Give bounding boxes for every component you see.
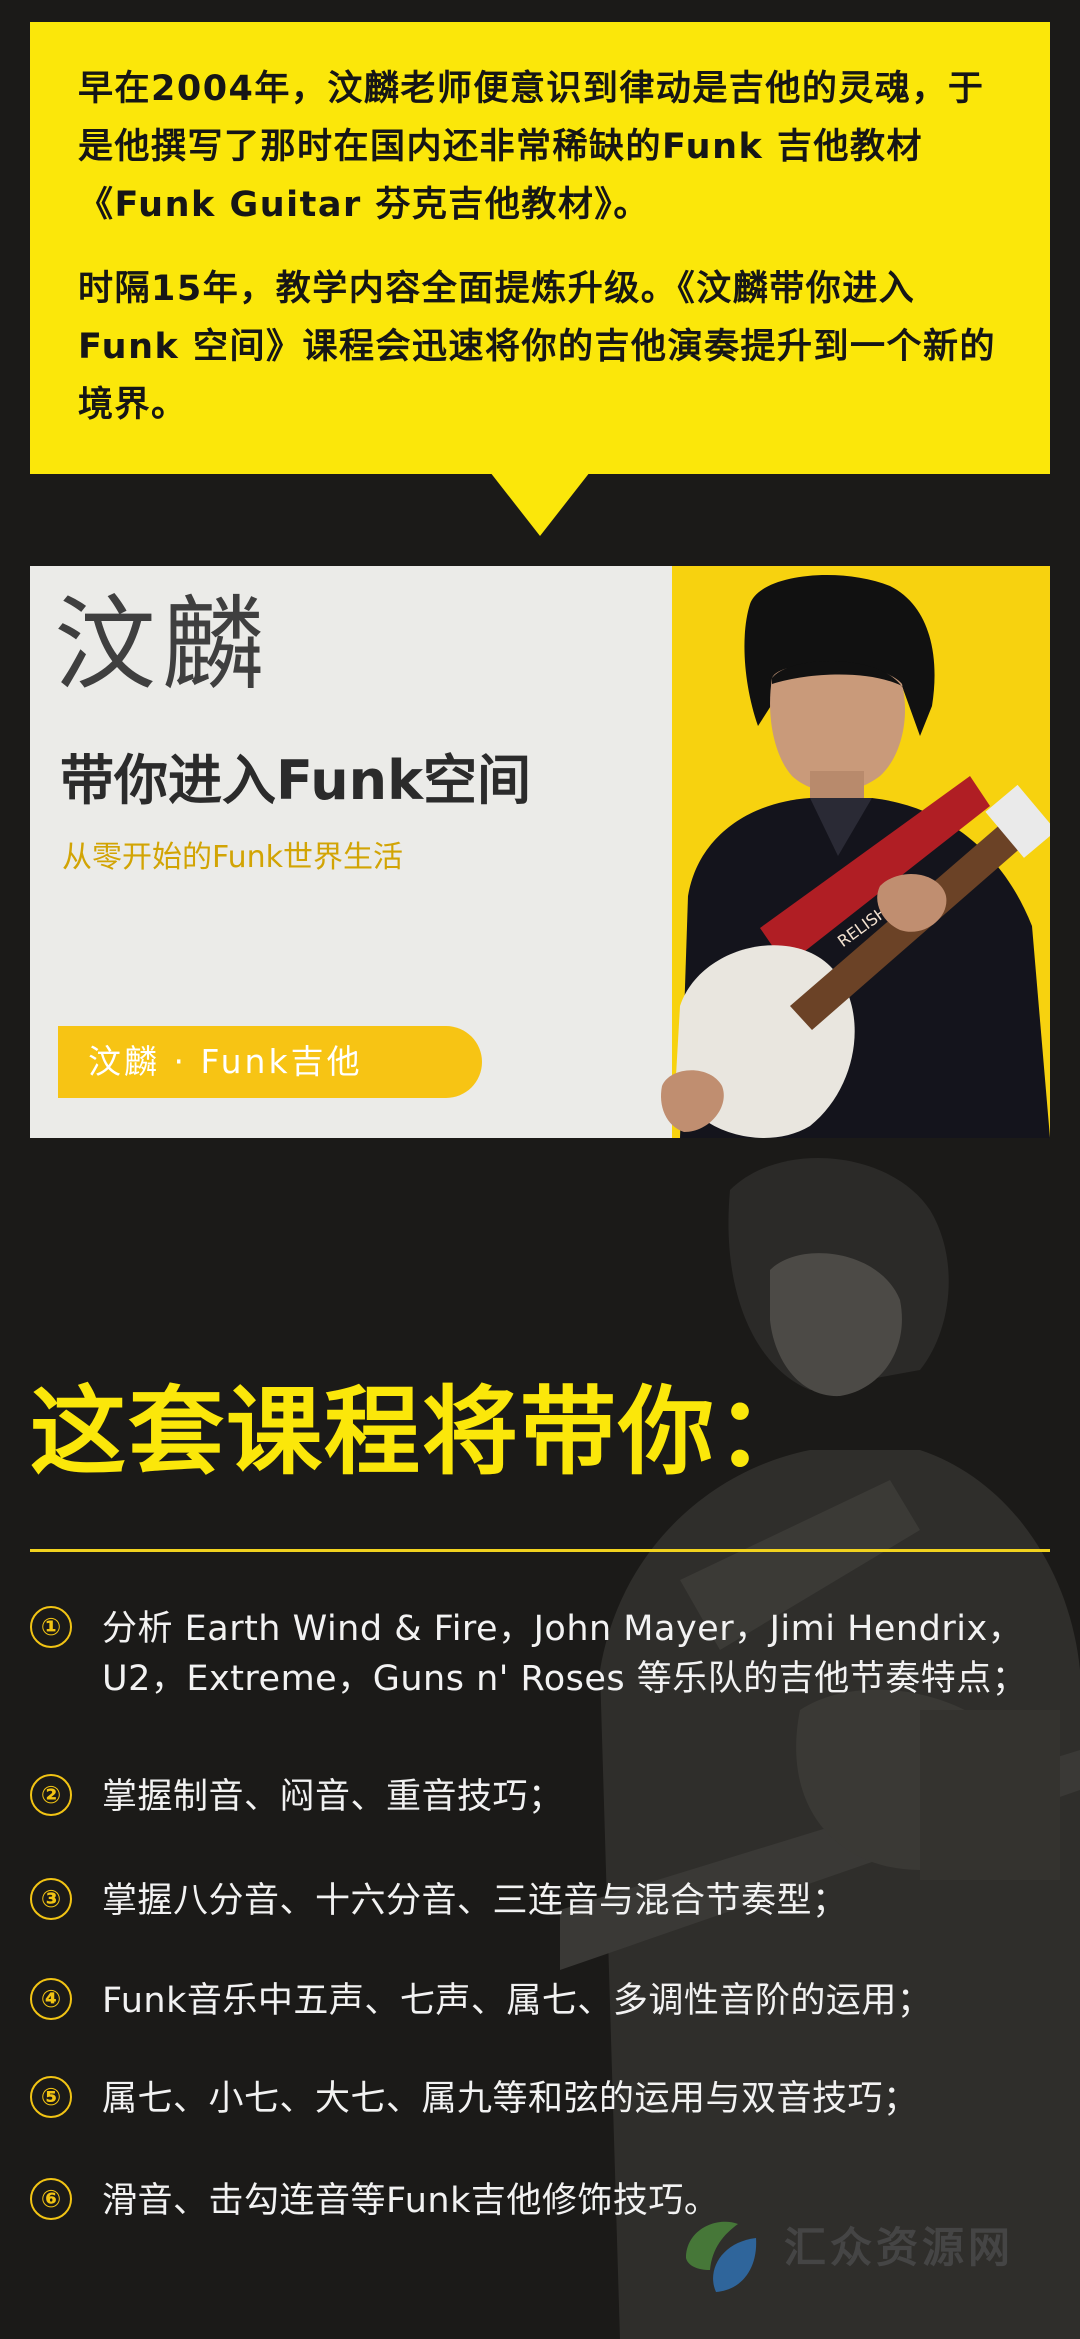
list-item-text: 掌握八分音、十六分音、三连音与混合节奏型； [102,1881,848,1921]
list-number: ⑥ [30,2178,72,2220]
callout-pointer [490,472,590,536]
intro-paragraph-2: 时隔15年，教学内容全面提炼升级。《汶麟带你进入 Funk 空间》课程会迅速将你… [78,269,996,425]
banner-tagline: 从零开始的Funk世界生活 [62,840,404,875]
list-number: ② [30,1774,72,1816]
list-item-text: 属七、小七、大七、属九等和弦的运用与双音技巧； [102,2079,919,2119]
section-title: 这套课程将带你： [30,1376,814,1488]
course-banner: 汶麟 带你进入Funk空间 从零开始的Funk世界生活 汶麟 · Funk吉他 … [30,566,1050,1138]
list-number: ④ [30,1978,72,2020]
banner-pill-label: 汶麟 · Funk吉他 [88,1042,363,1081]
watermark-text: 汇众资源网 [784,2223,1015,2272]
teacher-name: 汶麟 [54,586,270,705]
list-item-text: Funk音乐中五声、七声、属七、多调性音阶的运用； [102,1981,933,2021]
list-item-text: 分析 Earth Wind & Fire，John Mayer，Jimi Hen… [102,1609,1028,1699]
intro-callout: 早在2004年，汶麟老师便意识到律动是吉他的灵魂，于是他撰写了那时在国内还非常稀… [30,22,1050,474]
list-number: ⑤ [30,2076,72,2118]
teacher-guitar-photo: RELISH [660,574,1050,1138]
watermark: 汇众资源网 [676,2208,1056,2320]
section-divider [30,1549,1050,1552]
page: 早在2004年，汶麟老师便意识到律动是吉他的灵魂，于是他撰写了那时在国内还非常稀… [0,0,1080,2339]
intro-paragraph-1: 早在2004年，汶麟老师便意识到律动是吉他的灵魂，于是他撰写了那时在国内还非常稀… [78,69,985,225]
list-number: ③ [30,1878,72,1920]
banner-pill: 汶麟 · Funk吉他 [58,1026,482,1098]
list-number: ① [30,1606,72,1648]
banner-subtitle: 带你进入Funk空间 [60,749,531,812]
list-item-text: 掌握制音、闷音、重音技巧； [102,1777,564,1817]
leaf-logo-icon [686,2221,757,2292]
performer-background-photo [560,1157,1080,2339]
